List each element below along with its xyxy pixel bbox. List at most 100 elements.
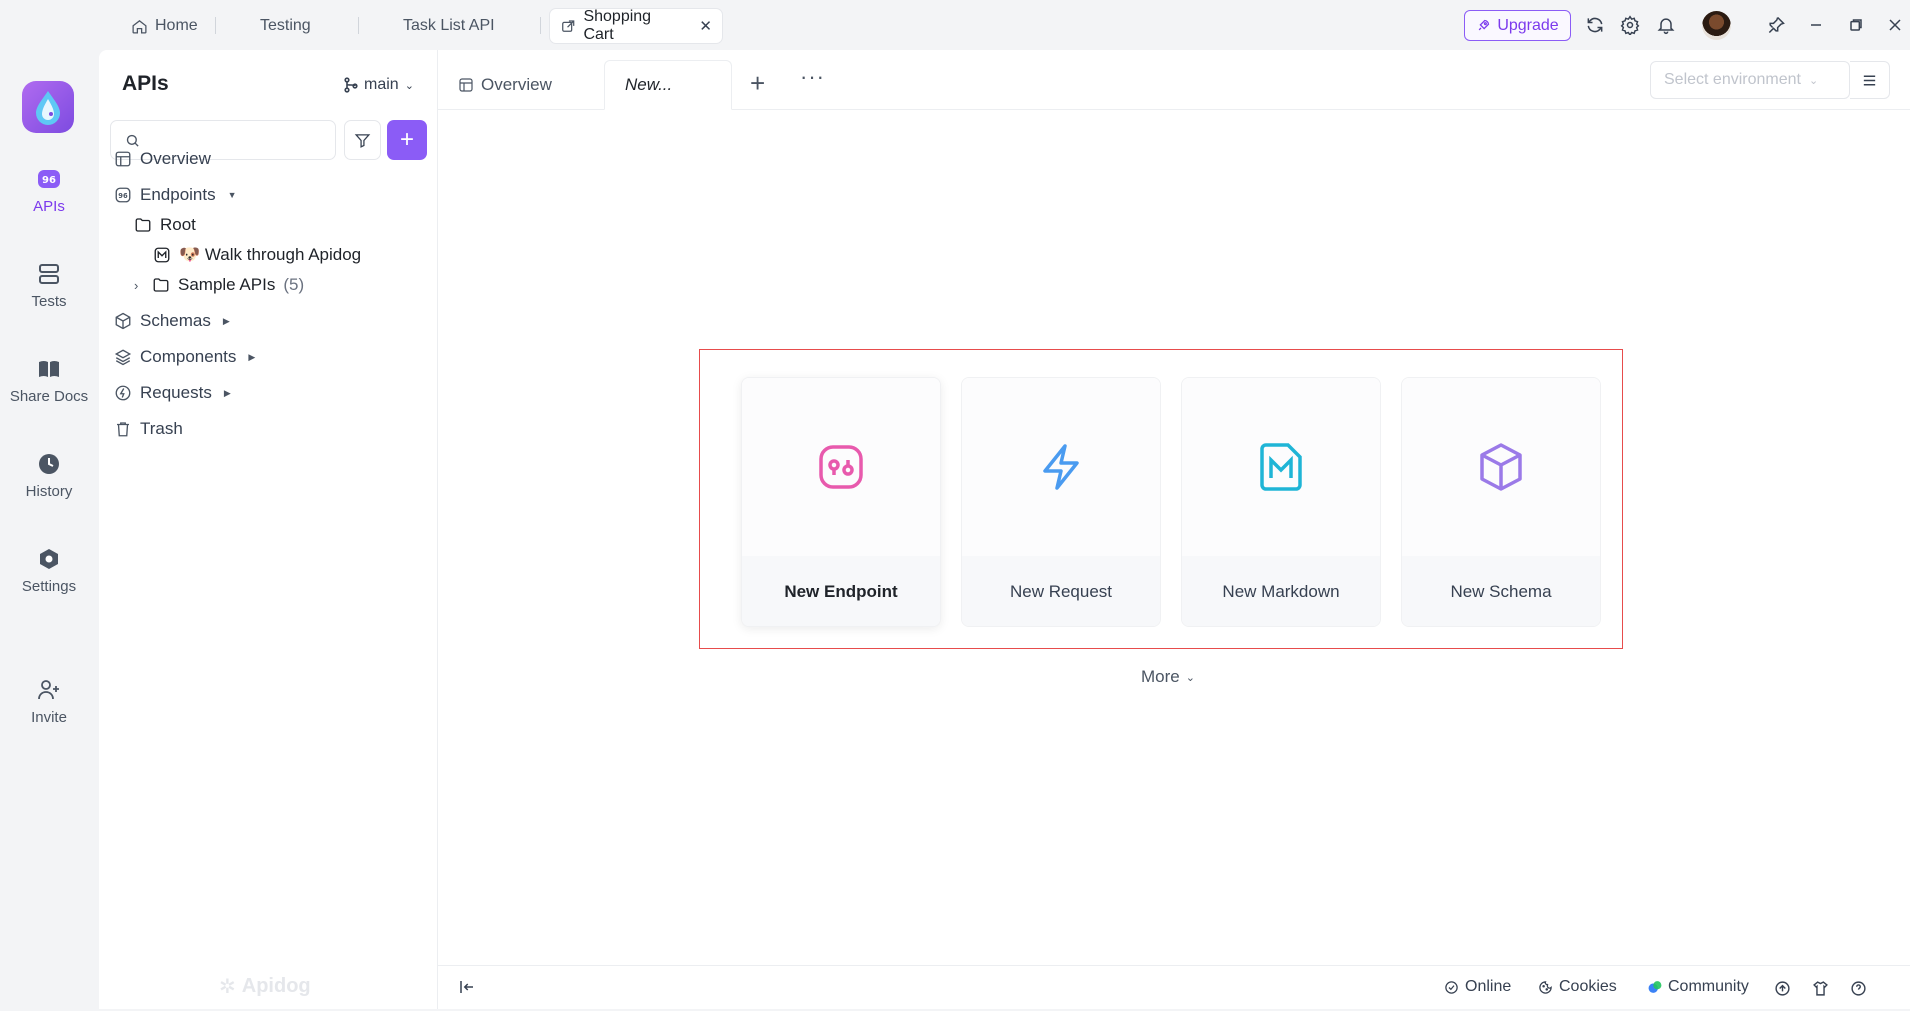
upload-icon[interactable] bbox=[1772, 978, 1792, 998]
book-icon bbox=[36, 356, 62, 382]
minimize-icon[interactable] bbox=[1804, 13, 1828, 37]
tab-overview[interactable]: Overview bbox=[438, 60, 572, 110]
cube-icon bbox=[115, 312, 131, 330]
caret-right-icon[interactable]: ▶ bbox=[248, 352, 255, 363]
cookies-button[interactable]: Cookies bbox=[1538, 978, 1617, 996]
api-sidebar: APIs main ⌄ + Overview 96 Endpoints ▼ Ro… bbox=[99, 50, 438, 1009]
branch-label: main bbox=[364, 76, 399, 93]
title-bar: Home Testing Task List API Shopping Cart… bbox=[0, 0, 1910, 50]
filter-icon bbox=[354, 133, 371, 148]
sync-icon[interactable] bbox=[1583, 13, 1607, 37]
caret-right-icon[interactable]: ▶ bbox=[223, 316, 230, 327]
gear-icon bbox=[36, 546, 62, 572]
help-icon[interactable] bbox=[1848, 978, 1868, 998]
rail-item-settings[interactable]: Settings bbox=[0, 546, 98, 595]
pin-icon[interactable] bbox=[1764, 13, 1788, 37]
chevron-down-icon: ⌄ bbox=[1808, 74, 1819, 87]
more-label: More bbox=[1141, 667, 1180, 686]
tree-item-overview[interactable]: Overview bbox=[114, 149, 211, 169]
tree-label: Root bbox=[160, 215, 196, 234]
tree-item-walkthrough[interactable]: 🐶 Walk through Apidog bbox=[153, 245, 361, 265]
lightning-icon bbox=[115, 385, 131, 401]
chevron-right-icon[interactable]: › bbox=[134, 278, 144, 293]
avatar[interactable] bbox=[1702, 11, 1731, 40]
card-label: New Endpoint bbox=[742, 556, 940, 626]
apidog-watermark: ✲ Apidog bbox=[219, 974, 311, 999]
rail-item-invite[interactable]: Invite bbox=[0, 677, 98, 726]
more-button[interactable]: More ⌄ bbox=[1141, 667, 1195, 687]
branch-selector[interactable]: main ⌄ bbox=[344, 76, 414, 94]
folder-icon bbox=[153, 278, 169, 292]
chevron-down-icon: ⌄ bbox=[1185, 671, 1195, 684]
rail-item-share-docs[interactable]: Share Docs bbox=[0, 356, 98, 405]
tree-item-schemas[interactable]: Schemas ▶ bbox=[114, 311, 230, 331]
layout-icon bbox=[115, 151, 131, 167]
community-icon bbox=[1648, 981, 1662, 993]
restore-icon[interactable] bbox=[1844, 13, 1868, 37]
rail-label: Share Docs bbox=[9, 388, 89, 405]
svg-text:96: 96 bbox=[118, 192, 128, 200]
rail-item-apis[interactable]: 96 APIs bbox=[0, 166, 98, 215]
collapse-sidebar-icon[interactable] bbox=[458, 978, 476, 1000]
add-tab-button[interactable]: + bbox=[750, 70, 765, 96]
tree-label: Components bbox=[140, 347, 237, 366]
close-icon[interactable]: ✕ bbox=[699, 17, 712, 35]
doc-tab-bar: Overview New... + ··· Select environment… bbox=[438, 50, 1910, 110]
markdown-icon bbox=[1260, 443, 1302, 491]
tab-task-list-api[interactable]: Task List API bbox=[393, 9, 505, 43]
new-endpoint-card[interactable]: New Endpoint bbox=[741, 377, 941, 627]
caret-right-icon[interactable]: ▶ bbox=[224, 388, 231, 399]
tab-label: Overview bbox=[481, 75, 552, 94]
filter-button[interactable] bbox=[344, 120, 381, 160]
rail-label: Settings bbox=[21, 578, 77, 595]
new-request-card[interactable]: New Request bbox=[961, 377, 1161, 627]
clock-icon bbox=[36, 451, 62, 477]
tree-item-requests[interactable]: Requests ▶ bbox=[114, 383, 231, 403]
tab-new[interactable]: New... bbox=[604, 60, 732, 110]
tab-shopping-cart[interactable]: Shopping Cart ✕ bbox=[550, 8, 722, 43]
tab-testing[interactable]: Testing bbox=[250, 9, 321, 43]
tree-label: Overview bbox=[140, 149, 211, 168]
tree-item-sample-apis[interactable]: › Sample APIs (5) bbox=[134, 275, 304, 295]
tree-label: Trash bbox=[140, 419, 183, 438]
gear-icon[interactable] bbox=[1618, 13, 1642, 37]
tree-label: Schemas bbox=[140, 311, 211, 330]
new-markdown-card[interactable]: New Markdown bbox=[1181, 377, 1381, 627]
rocket-icon bbox=[1478, 19, 1490, 31]
tree-label: Sample APIs bbox=[178, 275, 276, 294]
tree-item-trash[interactable]: Trash bbox=[114, 419, 183, 439]
online-status[interactable]: Online bbox=[1444, 978, 1511, 996]
rail-label: APIs bbox=[33, 198, 65, 215]
caret-down-icon[interactable]: ▼ bbox=[228, 190, 237, 200]
tree-item-components[interactable]: Components ▶ bbox=[114, 347, 255, 367]
rail-label: Tests bbox=[31, 293, 67, 310]
more-tabs-icon[interactable]: ··· bbox=[800, 64, 825, 90]
tab-label: Shopping Cart bbox=[583, 8, 652, 43]
tab-home[interactable]: Home bbox=[121, 9, 208, 43]
rail-item-tests[interactable]: Tests bbox=[0, 261, 98, 310]
api-icon: 96 bbox=[36, 166, 62, 192]
environment-menu-button[interactable] bbox=[1850, 61, 1890, 99]
rail-item-history[interactable]: History bbox=[0, 451, 98, 500]
community-button[interactable]: Community bbox=[1648, 978, 1749, 996]
card-label: New Schema bbox=[1402, 556, 1600, 626]
left-rail: 96 APIs Tests Share Docs History Setting… bbox=[0, 50, 98, 1011]
environment-select[interactable]: Select environment ⌄ bbox=[1650, 61, 1850, 99]
trash-icon bbox=[117, 422, 129, 437]
add-button[interactable]: + bbox=[387, 120, 427, 160]
close-window-icon[interactable] bbox=[1883, 13, 1907, 37]
shirt-icon[interactable] bbox=[1810, 978, 1830, 998]
upgrade-button[interactable]: Upgrade bbox=[1464, 10, 1571, 41]
rail-label: Invite bbox=[31, 709, 67, 726]
tree-label: 🐶 Walk through Apidog bbox=[179, 245, 362, 264]
card-label: New Request bbox=[962, 556, 1160, 626]
endpoint-icon bbox=[819, 445, 863, 489]
tab-label: Task List API bbox=[403, 17, 495, 34]
layers-icon bbox=[114, 349, 132, 366]
card-label: New Markdown bbox=[1182, 556, 1380, 626]
new-schema-card[interactable]: New Schema bbox=[1401, 377, 1601, 627]
tree-item-root[interactable]: Root bbox=[134, 215, 196, 235]
online-label: Online bbox=[1465, 978, 1512, 995]
tree-item-endpoints[interactable]: 96 Endpoints ▼ bbox=[114, 185, 237, 205]
bell-icon[interactable] bbox=[1654, 13, 1678, 37]
